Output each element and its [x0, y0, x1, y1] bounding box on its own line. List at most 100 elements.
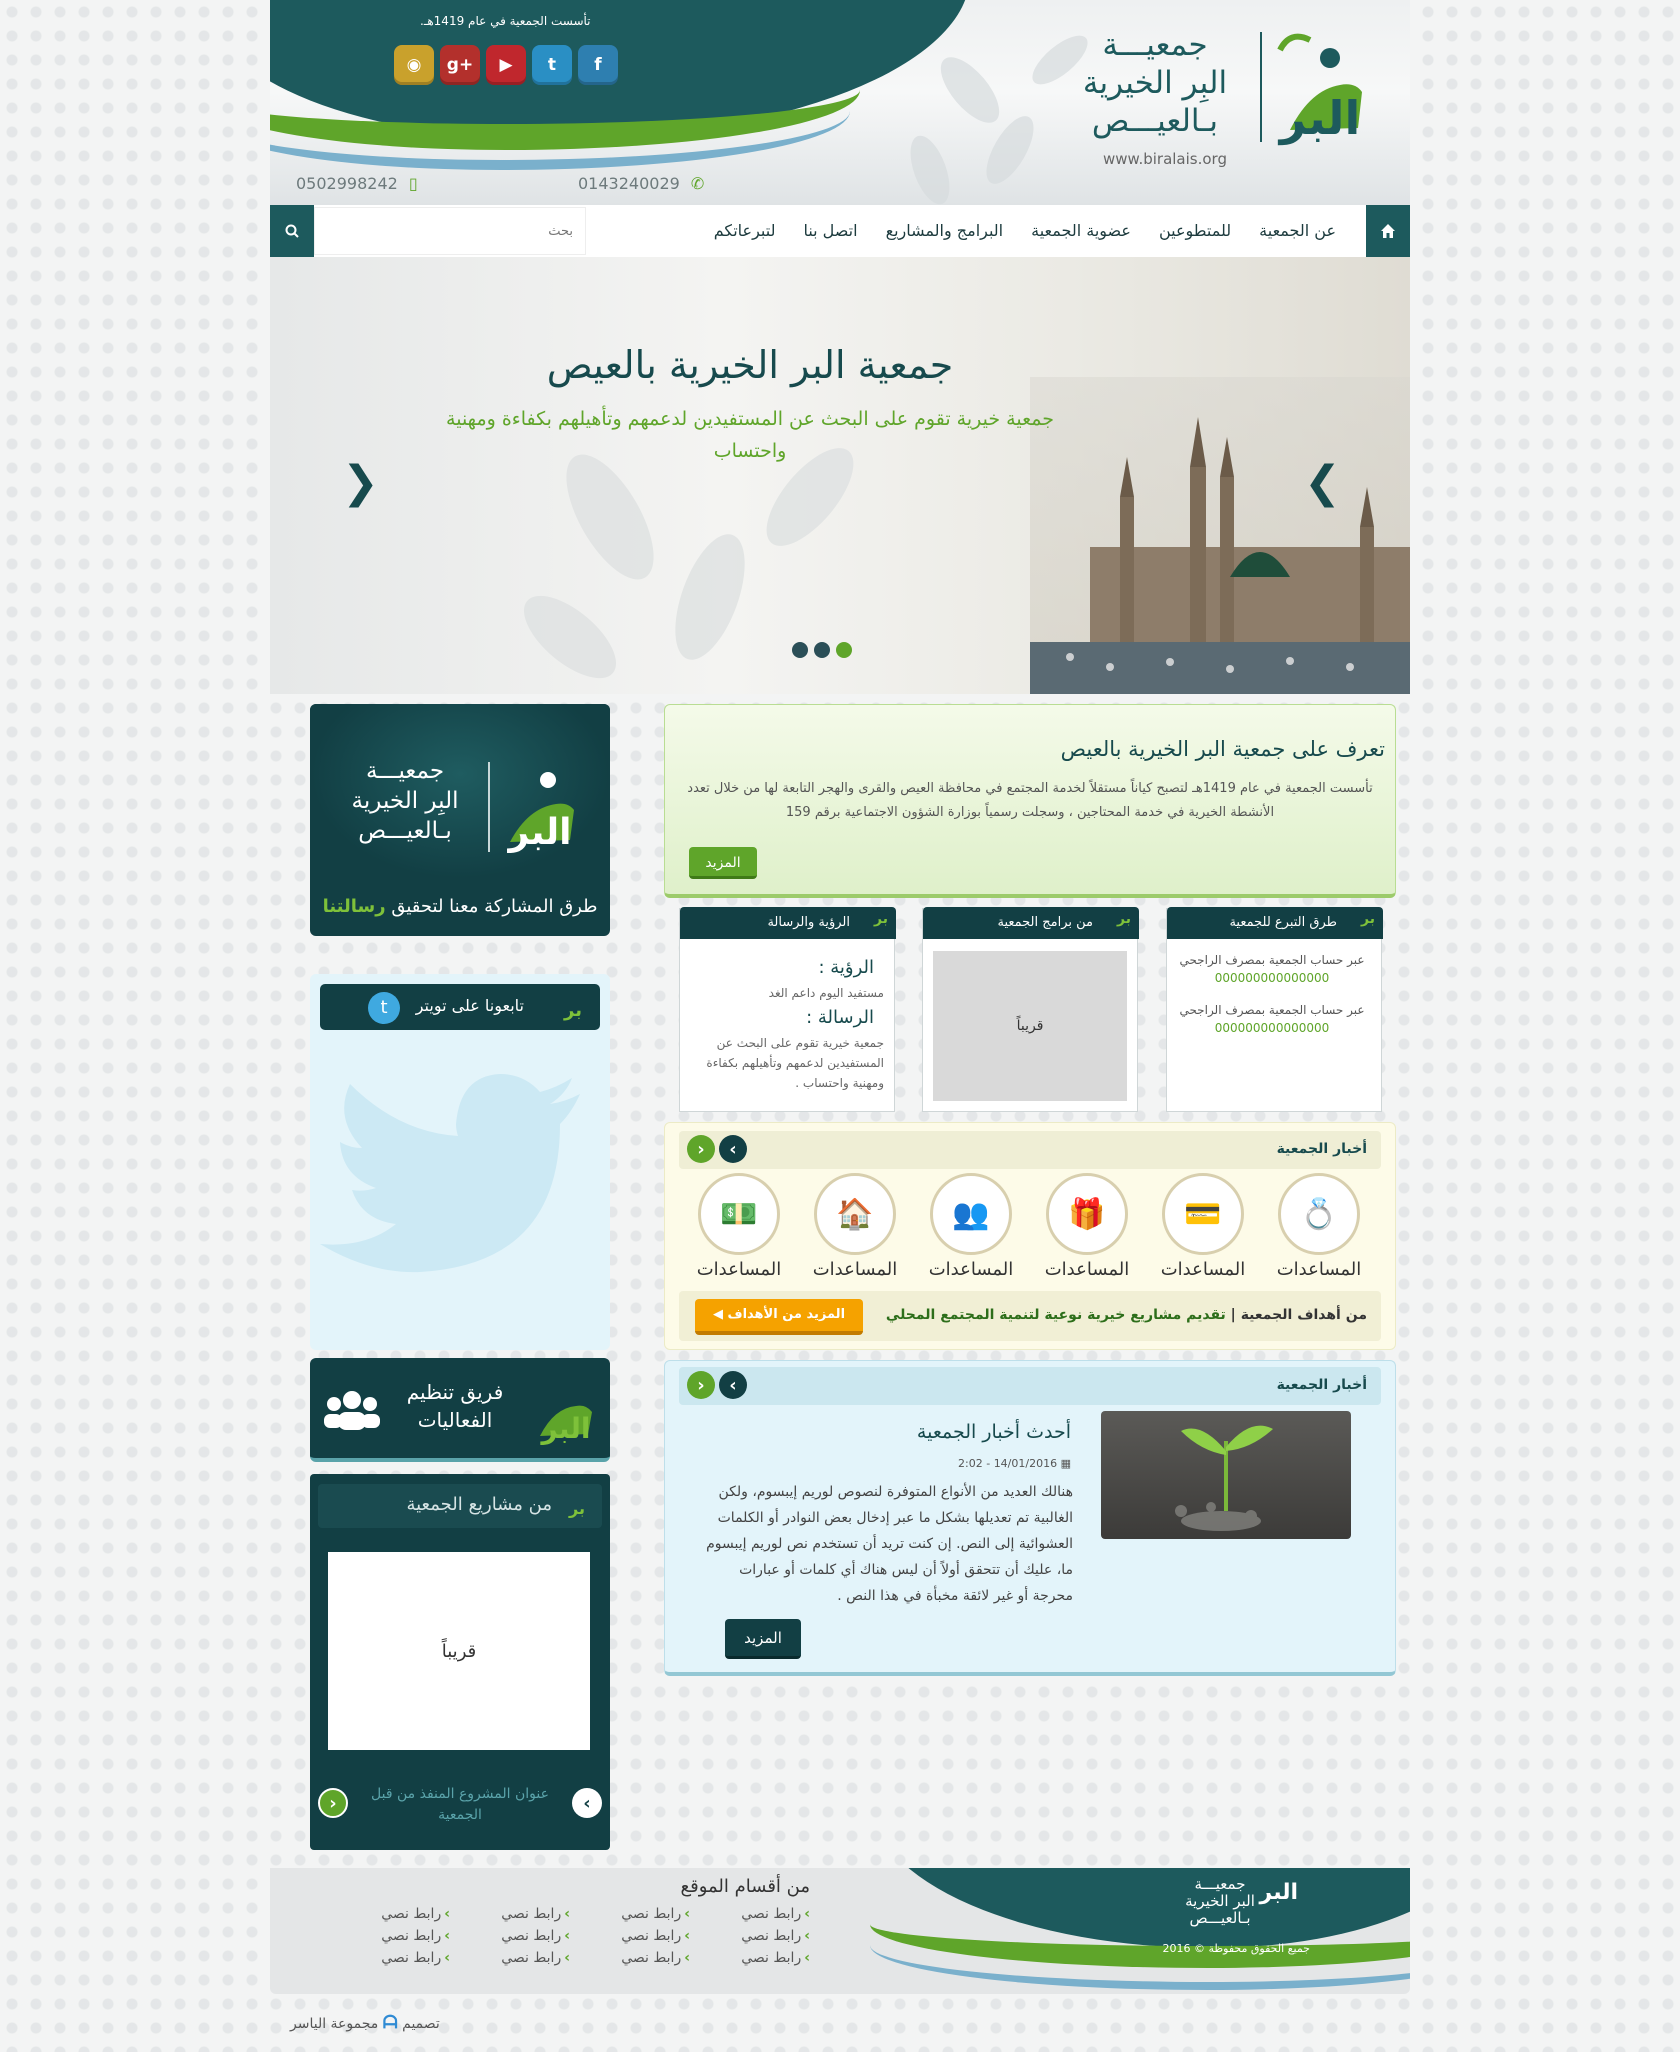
nav-item-membership[interactable]: عضوية الجمعية [1017, 205, 1145, 257]
slider-dot[interactable] [792, 642, 808, 658]
bank-account-2: عبر حساب الجمعية بمصرف الراجحي 000000000… [1177, 1001, 1367, 1037]
nav-item-volunteers[interactable]: للمتطوعين [1145, 205, 1245, 257]
news-icons-title: أخبار الجمعية [1276, 1141, 1367, 1157]
slider-dot[interactable] [836, 642, 852, 658]
nav-item-about[interactable]: عن الجمعية [1245, 205, 1350, 257]
footer-logo-name: جمعيـــة البر الخيرية بـالعيـــص [1180, 1876, 1260, 1928]
news-image[interactable] [1101, 1411, 1351, 1539]
mission-text: جمعية خيرية تقوم على البحث عن المستفيدين… [706, 1036, 884, 1090]
logo-line-3: بـالعيـــص [1091, 103, 1219, 139]
mobile-phone-number: 0502998242 [296, 174, 398, 193]
nav-item-donate[interactable]: لتبرعاتكم [700, 205, 790, 257]
sidebar-logo-line-3: بـالعيـــص [358, 818, 452, 844]
slider-title: جمعية البر الخيرية بالعيص [546, 343, 954, 387]
footer-link[interactable]: ›رابط نصي [690, 1948, 810, 1968]
footer-link[interactable]: ›رابط نصي [450, 1904, 570, 1924]
landline-phone-number: 0143240029 [578, 174, 680, 193]
goals-ticker-text: من أهداف الجمعية | تقديم مشاريع خيرية نو… [885, 1307, 1367, 1323]
logo-line-1: جمعيـــة [1102, 27, 1208, 63]
aid-label: المساعدات [928, 1259, 1014, 1280]
chevron-right-icon[interactable]: › [572, 1788, 602, 1818]
slider-prev-arrow-icon[interactable]: ❮ [342, 457, 379, 508]
sidebar-logo-box[interactable]: البر جمعيـــة البِر الخيرية بـالعيـــص ط… [310, 704, 610, 936]
twitter-widget: بر تابعونا على تويتر t [310, 974, 610, 1350]
events-team-box[interactable]: البر فريق تنظيم الفعاليات [310, 1358, 610, 1462]
events-team-title: فريق تنظيم الفعاليات [406, 1380, 504, 1432]
chevron-right-icon[interactable]: › [719, 1371, 747, 1399]
aid-item[interactable]: 💳 المساعدات [1153, 1173, 1253, 1283]
site-logo[interactable]: البر جمعيـــة البِر الخيرية بـالعيـــص w… [1070, 26, 1370, 174]
chevron-right-icon[interactable]: › [719, 1135, 747, 1163]
bank-number: 000000000000000 [1214, 1021, 1330, 1035]
aid-item[interactable]: 🏠 المساعدات [805, 1173, 905, 1283]
bank-number: 000000000000000 [1214, 971, 1330, 985]
footer-link[interactable]: ›رابط نصي [450, 1926, 570, 1946]
footer-link[interactable]: ›رابط نصي [690, 1904, 810, 1924]
rss-icon[interactable]: ◉ [394, 45, 434, 85]
goals-ticker: من أهداف الجمعية | تقديم مشاريع خيرية نو… [679, 1291, 1381, 1341]
aid-label: المساعدات [696, 1259, 782, 1280]
aid-item[interactable]: 👥 المساعدات [921, 1173, 1021, 1283]
home-button[interactable] [1366, 205, 1410, 257]
landline-phone[interactable]: 0143240029 ✆ [578, 174, 704, 193]
home-icon [1381, 224, 1395, 238]
small-logo-icon: بر [1361, 911, 1375, 927]
site-header: تأسست الجمعية في عام 1419هـ. ◉ g+ ▶ t f … [270, 0, 1410, 205]
footer-link[interactable]: ›رابط نصي [330, 1948, 450, 1968]
facebook-icon[interactable]: f [578, 45, 618, 85]
news-section-title: أخبار الجمعية [1276, 1377, 1367, 1393]
news-headline[interactable]: أحدث أخبار الجمعية [917, 1421, 1071, 1443]
twitter-header[interactable]: بر تابعونا على تويتر t [320, 984, 600, 1030]
site-footer: البر جمعيـــة البر الخيرية بـالعيـــص جم… [270, 1868, 1410, 1994]
programs-card-title: من برامج الجمعية [997, 915, 1093, 930]
googleplus-icon[interactable]: g+ [440, 45, 480, 85]
footer-link[interactable]: ›رابط نصي [330, 1926, 450, 1946]
youtube-icon[interactable]: ▶ [486, 45, 526, 85]
vision-card: بر الرؤية والرسالة الرؤية : مستفيد اليوم… [679, 907, 896, 1112]
aid-item[interactable]: 💵 المساعدات [689, 1173, 789, 1283]
caption-main: طرق المشاركة معنا لتحقيق [391, 896, 598, 917]
design-credit[interactable]: تصميم ᗩ مجموعة الياسر [290, 2012, 440, 2033]
svg-text:بر: بر [568, 1499, 585, 1518]
project-image-placeholder[interactable]: قريباً [328, 1552, 590, 1750]
twitter-icon[interactable]: t [532, 45, 572, 85]
main-navigation: عن الجمعية للمتطوعين عضوية الجمعية البرا… [270, 205, 1410, 257]
mobile-icon: ▯ [408, 174, 418, 193]
mobile-phone[interactable]: 0502998242 ▯ [296, 174, 418, 193]
footer-link[interactable]: ›رابط نصي [570, 1948, 690, 1968]
about-more-button[interactable]: المزيد [689, 847, 757, 879]
footer-link[interactable]: ›رابط نصي [330, 1904, 450, 1924]
mission-heading: الرسالة : [806, 1007, 874, 1028]
sidebar-logo-mark-icon: البر [507, 772, 574, 853]
footer-link[interactable]: ›رابط نصي [570, 1926, 690, 1946]
aid-item[interactable]: 🎁 المساعدات [1037, 1173, 1137, 1283]
caption-accent: رسالتنا [322, 896, 386, 917]
search-input[interactable] [314, 207, 586, 255]
footer-link[interactable]: ›رابط نصي [450, 1948, 570, 1968]
footer-link[interactable]: ›رابط نصي [570, 1904, 690, 1924]
nav-item-programs[interactable]: البرامج والمشاريع [872, 205, 1018, 257]
news-more-button[interactable]: المزيد [725, 1619, 801, 1659]
svg-text:البر: البر [540, 1412, 591, 1445]
programs-card: بر من برامج الجمعية قريباً [922, 907, 1139, 1112]
logo-name: جمعيـــة البِر الخيرية بـالعيـــص [1065, 26, 1245, 140]
project-caption[interactable]: عنوان المشروع المنفذ من قبل الجمعية [370, 1784, 550, 1826]
slider-dot[interactable] [814, 642, 830, 658]
nav-item-contact[interactable]: اتصل بنا [789, 205, 871, 257]
aid-item[interactable]: 💍 المساعدات [1269, 1173, 1369, 1283]
footer-link[interactable]: ›رابط نصي [690, 1926, 810, 1946]
slider-next-arrow-icon[interactable]: ❯ [1304, 457, 1341, 508]
logo-line-2: البِر الخيرية [1082, 65, 1228, 101]
more-goals-button[interactable]: المزيد من الأهداف ◀ [695, 1299, 863, 1335]
small-logo-icon: بر [563, 1000, 582, 1021]
chevron-left-icon[interactable]: ‹ [687, 1371, 715, 1399]
programs-placeholder[interactable]: قريباً [933, 951, 1127, 1101]
chevron-left-icon[interactable]: ‹ [318, 1788, 348, 1818]
hero-slider: جمعية البر الخيرية بالعيص جمعية خيرية تق… [270, 257, 1410, 694]
projects-widget: بر من مشاريع الجمعية قريباً › ‹ عنوان ال… [310, 1474, 610, 1850]
search-button[interactable] [270, 205, 314, 257]
chevron-left-icon[interactable]: ‹ [687, 1135, 715, 1163]
twitter-icon: t [368, 992, 400, 1024]
calendar-icon: ▦ [1060, 1457, 1071, 1470]
team-logo-mark-icon: البر [540, 1405, 592, 1445]
